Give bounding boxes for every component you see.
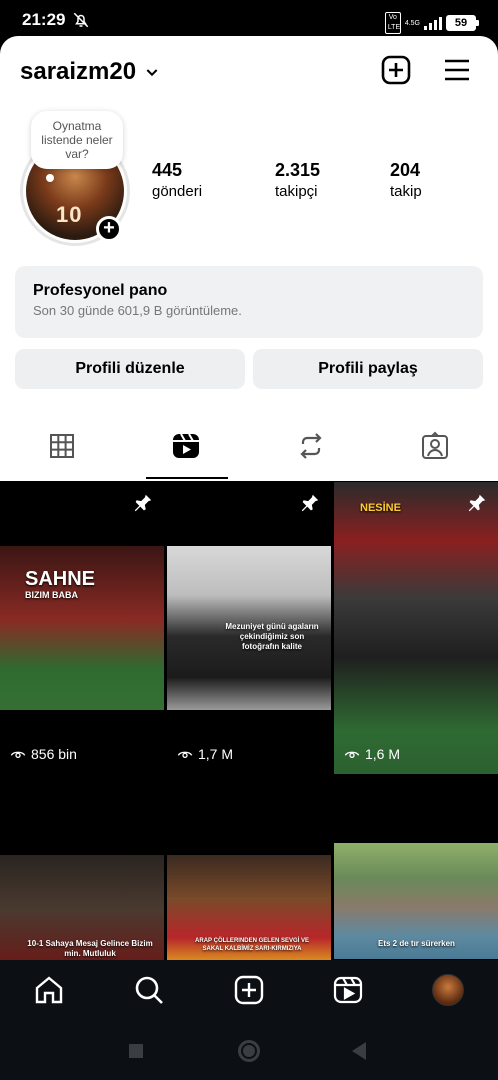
bottom-nav — [0, 960, 498, 1022]
reel-caption: Ets 2 de tır sürerken — [378, 939, 455, 948]
stat-value: 445 — [152, 160, 183, 180]
tagged-icon[interactable] — [419, 430, 451, 462]
back-button[interactable] — [352, 1042, 366, 1060]
mute-icon — [73, 12, 89, 28]
stat-value: 204 — [390, 160, 421, 180]
network-type: 4.5G — [404, 19, 420, 27]
view-count: 1,7 M — [177, 746, 233, 762]
grid-icon[interactable] — [46, 430, 78, 462]
view-count-value: 1,6 M — [365, 746, 401, 762]
battery-icon: 59 — [446, 15, 479, 31]
reel-subcaption: BIZIM BABA — [25, 590, 78, 600]
professional-dashboard[interactable]: Profesyonel pano Son 30 günde 601,9 B gö… — [15, 266, 483, 338]
share-profile-button[interactable]: Profili paylaş — [253, 349, 483, 389]
pin-icon — [468, 494, 486, 512]
system-nav-bar — [0, 1022, 498, 1080]
create-icon[interactable] — [233, 974, 265, 1006]
eye-icon — [177, 751, 193, 758]
profile-nav-avatar[interactable] — [432, 974, 464, 1006]
network-indicators: Vo LTE 4.5G 59 — [384, 12, 479, 34]
add-story-icon[interactable]: + — [96, 216, 122, 242]
pin-icon — [134, 494, 152, 512]
eye-icon — [10, 751, 26, 758]
reel-tile[interactable]: SAHNE BIZIM BABA 856 bin — [0, 482, 164, 774]
active-tab-indicator — [146, 477, 228, 479]
reposts-icon[interactable] — [295, 430, 327, 462]
reel-caption: 10-1 Sahaya Mesaj Gelince Bizim min. Mut… — [27, 939, 153, 958]
username: saraizm20 — [20, 58, 137, 85]
status-time: 21:29 — [22, 10, 66, 29]
reel-tile[interactable]: Mezuniyet günü agaların çekindiğimiz son… — [167, 482, 331, 774]
view-count-value: 1,7 M — [198, 746, 234, 762]
chevron-down-icon — [146, 69, 158, 77]
eye-icon — [344, 751, 360, 758]
stat-label: takip — [390, 183, 422, 200]
recents-button[interactable] — [129, 1044, 143, 1058]
stat-value: 2.315 — [275, 160, 321, 180]
note-tail — [46, 174, 54, 182]
volte-badge: Vo LTE — [384, 12, 401, 34]
home-icon[interactable] — [33, 974, 65, 1006]
reels-nav-icon[interactable] — [332, 974, 364, 1006]
reel-caption: NESİNE — [360, 502, 401, 514]
signal-icon — [424, 16, 442, 30]
reel-caption: SAHNE — [25, 568, 96, 590]
reels-icon[interactable] — [170, 430, 202, 462]
reel-caption: Mezuniyet günü agaların çekindiğimiz son… — [225, 622, 319, 651]
home-button[interactable] — [238, 1040, 260, 1062]
dashboard-subtitle: Son 30 günde 601,9 B görüntüleme. — [33, 303, 242, 318]
profile-header: saraizm20 10 + Oynatma listende neler va… — [0, 36, 498, 481]
reel-tile[interactable]: NESİNE 1,6 M — [334, 482, 498, 774]
search-icon[interactable] — [133, 974, 165, 1006]
reel-thumbnail — [334, 482, 498, 774]
view-count-value: 856 bin — [31, 746, 77, 762]
stat-label: takipçi — [275, 183, 318, 200]
menu-icon[interactable] — [441, 54, 473, 86]
create-post-icon[interactable] — [380, 54, 412, 86]
view-count: 856 bin — [10, 746, 77, 762]
view-count: 1,6 M — [344, 746, 400, 762]
stat-following[interactable]: 204 takip — [390, 160, 422, 200]
username-switcher[interactable]: saraizm20 — [20, 58, 160, 86]
stat-label: gönderi — [152, 183, 203, 200]
stat-posts[interactable]: 445 gönderi — [152, 160, 202, 200]
reel-caption: ARAP ÇÖLLERINDEN GELEN SEVGİ VE SAKAL KA… — [195, 938, 309, 952]
dashboard-title: Profesyonel pano — [33, 282, 168, 299]
pin-icon — [301, 494, 319, 512]
profile-tabs — [0, 416, 498, 480]
profile-note[interactable]: Oynatma listende neler var? — [31, 111, 123, 169]
reels-grid: SAHNE BIZIM BABA 856 bin Mezuniyet günü … — [0, 482, 498, 1069]
edit-profile-button[interactable]: Profili düzenle — [15, 349, 245, 389]
stat-followers[interactable]: 2.315 takipçi — [275, 160, 320, 200]
